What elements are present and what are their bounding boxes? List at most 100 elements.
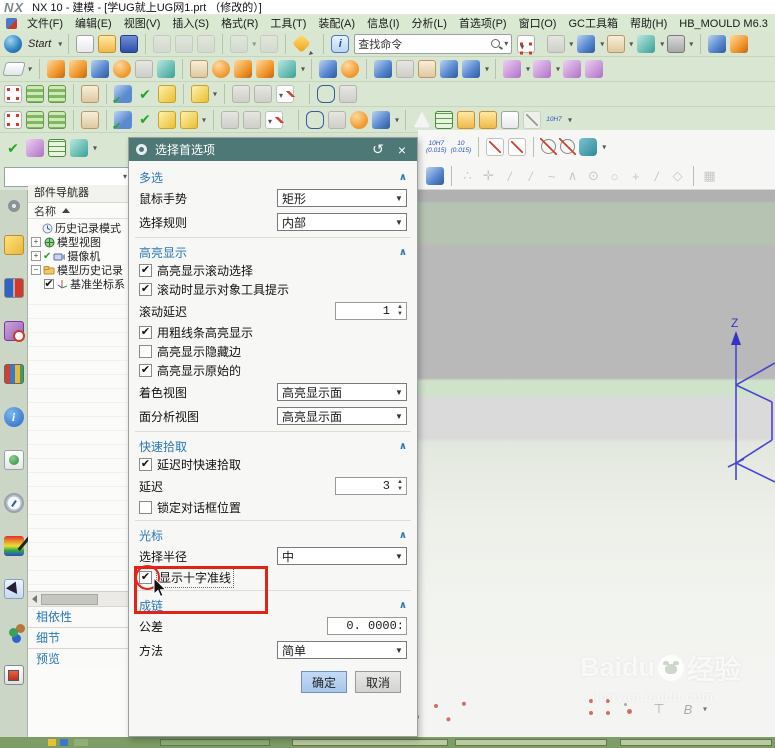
horizontal-scrollbar[interactable] [28, 591, 130, 606]
search-dropdown-caret[interactable]: ▾ [504, 39, 508, 48]
csys-frame-icon[interactable] [4, 110, 22, 129]
chevron-down-icon[interactable] [392, 388, 406, 397]
bell-feature-icon[interactable] [341, 60, 359, 78]
tree-item-cameras[interactable]: + ✔ 摄像机 [28, 249, 130, 263]
menu-item[interactable]: 文件(F) [21, 15, 69, 31]
delete-face-icon[interactable] [533, 60, 551, 78]
pyramid-icon[interactable] [440, 60, 458, 78]
cancel-button[interactable]: 取消 [355, 671, 401, 693]
menu-item[interactable]: 信息(I) [361, 15, 405, 31]
section-chaining[interactable]: 成链 ∧ [139, 595, 407, 615]
fit-view-icon[interactable] [517, 34, 536, 53]
diameter-dim-icon[interactable] [540, 138, 558, 155]
expand-icon[interactable]: + [31, 251, 41, 261]
check-body-icon[interactable] [112, 110, 132, 133]
chevron-up-icon[interactable]: ∧ [399, 530, 407, 541]
thick-lines-checkbox[interactable] [139, 326, 152, 339]
selection-rule-dropdown[interactable]: 内部 [277, 213, 407, 231]
open-file-icon[interactable] [98, 34, 117, 53]
whisk-tool-icon[interactable] [372, 110, 390, 129]
sketch-fillet-icon[interactable] [504, 703, 524, 719]
copy-icon[interactable] [175, 34, 194, 53]
snap-arc-center-icon[interactable]: ⊙ [585, 167, 602, 185]
constraint-navigator-icon[interactable] [3, 278, 24, 298]
rollover-tooltip-checkbox[interactable] [139, 283, 152, 296]
offset-region-icon[interactable] [585, 60, 603, 78]
window-icon[interactable] [667, 34, 686, 53]
menu-item[interactable]: 分析(L) [405, 15, 452, 31]
spinner-arrows[interactable]: ▲ ▼ [394, 479, 406, 493]
radial-leader-icon[interactable] [486, 137, 505, 156]
snap-point-icon[interactable]: + [627, 167, 644, 185]
rollover-delay-spinner[interactable]: 1 ▲ ▼ [335, 302, 407, 320]
wireframe-cube-icon[interactable] [462, 60, 480, 78]
sketch-chamfer-icon[interactable] [533, 703, 553, 719]
chevron-down-icon[interactable] [392, 194, 406, 203]
ruled-surface-icon[interactable] [221, 110, 239, 129]
sketch-corner-icon[interactable] [562, 703, 582, 719]
grid-snap-icon[interactable]: ▦ [701, 167, 718, 185]
scroll-left-arrow[interactable] [32, 595, 37, 603]
deviation-gauge-icon[interactable] [276, 85, 294, 103]
new-file-icon[interactable] [76, 34, 95, 53]
selection-wizard-icon[interactable] [3, 579, 24, 599]
start-button[interactable]: Start [26, 35, 53, 53]
command-finder-input[interactable]: 查找命令 [358, 36, 487, 52]
expand-icon[interactable]: + [31, 237, 41, 247]
datum-csys-wireframe[interactable]: Z [690, 313, 775, 493]
sketch-list-icon[interactable] [26, 139, 44, 157]
return-icon[interactable] [579, 137, 598, 156]
part-list-icon[interactable] [265, 110, 283, 129]
boss-icon[interactable] [190, 60, 208, 78]
chevron-up-icon[interactable]: ∧ [399, 247, 407, 258]
show-and-hide-icon[interactable] [4, 85, 22, 103]
selection-radius-dropdown[interactable]: 中 [277, 547, 407, 565]
section-highlight[interactable]: 高亮显示 ∧ [139, 242, 407, 262]
dim-brush-icon[interactable] [523, 110, 541, 129]
measure-distance-icon[interactable] [232, 85, 250, 103]
roles-people-icon[interactable] [4, 622, 24, 642]
start-globe-icon[interactable] [4, 34, 22, 53]
shaded-view-icon[interactable] [577, 34, 596, 53]
thicken-icon[interactable] [418, 60, 436, 78]
hook-icon[interactable] [339, 85, 357, 103]
section-cursor[interactable]: 光标 ∧ [139, 525, 407, 545]
datum-grid-icon[interactable] [435, 110, 453, 129]
pattern-folder-icon[interactable] [457, 110, 475, 129]
snap-spline-pole-icon[interactable]: ∧ [564, 167, 581, 185]
collapse-icon[interactable]: − [31, 265, 41, 275]
text-abc-icon[interactable] [191, 85, 209, 103]
expressions-db-icon[interactable] [317, 85, 335, 103]
sheet-list-icon[interactable] [501, 110, 519, 129]
menu-item[interactable]: 格式(R) [215, 15, 264, 31]
swept-surface-icon[interactable] [243, 110, 261, 129]
sketch-line-icon[interactable] [415, 701, 437, 719]
note2-icon[interactable] [81, 110, 99, 129]
cut-icon[interactable] [153, 34, 172, 53]
visual-reports-icon[interactable] [3, 536, 24, 556]
show-crosshairs-checkbox[interactable] [139, 571, 152, 584]
datum-plane-icon[interactable] [319, 60, 337, 78]
part-navigator-icon[interactable] [3, 321, 25, 342]
unite-icon[interactable] [278, 60, 296, 78]
combo-caret[interactable]: ▾ [123, 172, 127, 181]
ok-button[interactable]: 确定 [301, 671, 347, 693]
roles-gear-icon[interactable] [7, 200, 20, 212]
command-finder-box[interactable]: 查找命令 ▾ [354, 33, 513, 54]
snap-mid-point-icon[interactable]: / [522, 167, 539, 185]
sketch-icon[interactable] [2, 62, 26, 76]
web-browser-icon[interactable] [3, 407, 24, 427]
scrollbar-thumb[interactable] [41, 593, 98, 605]
section-quickpick[interactable]: 快速拾取 ∧ [139, 436, 407, 456]
reuse-library-icon[interactable] [3, 364, 24, 384]
sketch-circle-icon[interactable] [475, 701, 495, 717]
chamfer-icon[interactable] [135, 60, 153, 78]
background-icon[interactable] [637, 34, 656, 53]
abc-pencil-icon[interactable] [180, 110, 198, 129]
menu-item[interactable]: HB_MOULD M6.3 [673, 18, 774, 30]
chevron-up-icon[interactable]: ∧ [399, 172, 407, 183]
chevron-down-icon[interactable] [392, 218, 406, 227]
snap-curve-icon[interactable]: ~ [543, 167, 560, 185]
measure-angle-icon[interactable] [254, 85, 272, 103]
work-plane-icon[interactable] [426, 167, 444, 185]
